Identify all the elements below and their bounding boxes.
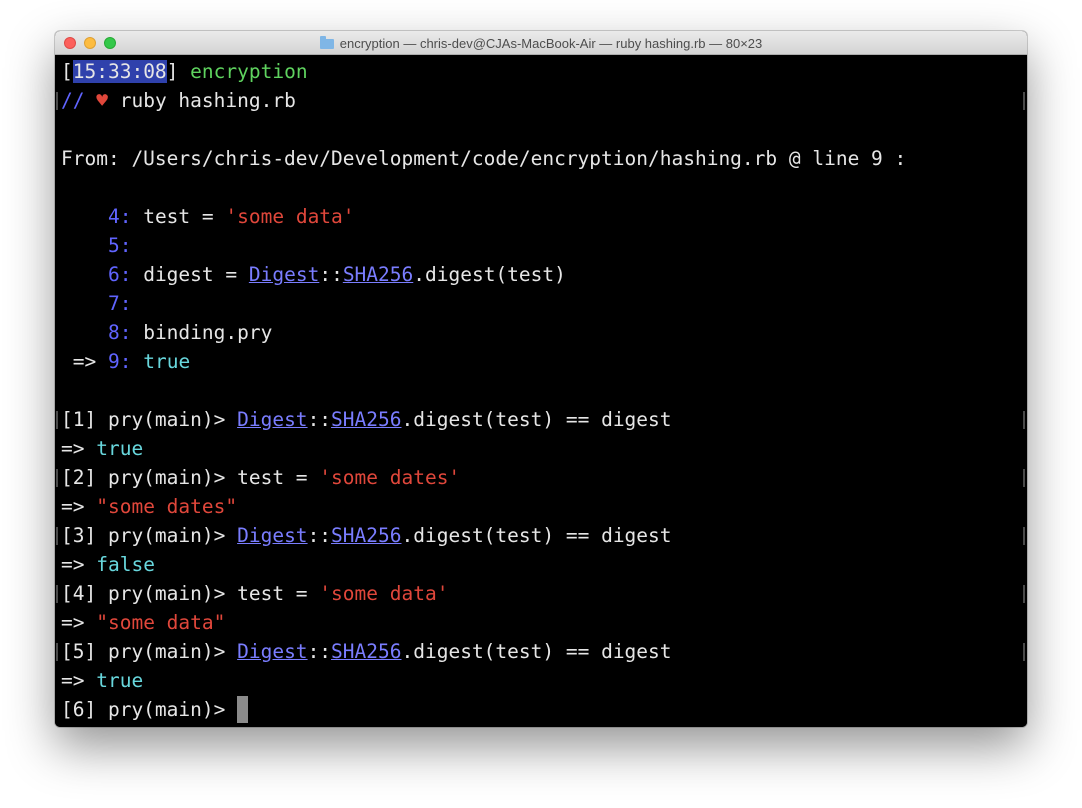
source-code: binding.pry (143, 321, 273, 344)
prompt-time: 15:33:08 (72, 60, 167, 83)
source-line: 5: (61, 231, 131, 260)
folder-icon (319, 35, 334, 49)
pry-input-line: [5] pry(main)> Digest::SHA256.digest(tes… (61, 637, 672, 666)
left-margin-mark (56, 585, 58, 603)
constant-digest: Digest (237, 640, 308, 663)
pry-prompt: [6] pry(main)> (61, 698, 238, 721)
result-arrow: => (61, 553, 97, 576)
left-margin-mark (56, 469, 58, 487)
source-line-number: 9: (107, 350, 132, 373)
right-margin-mark (1023, 585, 1025, 603)
result-arrow: => (61, 495, 97, 518)
current-line-arrow: => (72, 350, 97, 373)
heart-icon: ♥ (96, 89, 108, 112)
right-margin-mark (1023, 527, 1025, 545)
left-margin-mark (56, 643, 58, 661)
left-margin-mark (56, 527, 58, 545)
pry-prompt: [5] pry(main)> (61, 640, 238, 663)
pry-prompt: [2] pry(main)> (61, 466, 238, 489)
constant-sha256: SHA256 (331, 524, 402, 547)
pry-output-line: => true (61, 434, 143, 463)
source-line-number: 6: (107, 263, 132, 286)
source-keyword: true (143, 350, 191, 373)
source-string: 'some data' (225, 205, 355, 228)
source-line-number: 4: (107, 205, 132, 228)
scope-separator: :: (307, 640, 332, 663)
title-wrap: encryption — chris-dev@CJAs-MacBook-Air … (55, 31, 1027, 55)
window-title: encryption — chris-dev@CJAs-MacBook-Air … (339, 35, 763, 51)
scope-separator: :: (319, 263, 343, 286)
pry-input-line: [1] pry(main)> Digest::SHA256.digest(tes… (61, 405, 672, 434)
pry-output-line: => "some dates" (61, 492, 237, 521)
right-margin-mark (1023, 643, 1025, 661)
right-margin-mark (1023, 469, 1025, 487)
terminal-window: encryption — chris-dev@CJAs-MacBook-Air … (55, 31, 1027, 727)
source-line-number: 5: (107, 234, 132, 257)
text-cursor[interactable] (237, 696, 249, 723)
source-code-rest: .digest(test) (413, 263, 566, 286)
result-arrow: => (61, 669, 97, 692)
prompt-bracket-close: ] (166, 60, 179, 83)
source-line: 4: test = 'some data' (61, 202, 355, 231)
pry-input-string: 'some data' (319, 582, 449, 605)
source-line: 7: (61, 289, 131, 318)
pry-input-string: 'some dates' (319, 466, 461, 489)
pry-output-line: => "some data" (61, 608, 225, 637)
result-value: false (96, 553, 155, 576)
constant-digest: Digest (248, 263, 320, 286)
pry-input-code: test = (237, 466, 320, 489)
pry-input-code: test = (237, 582, 320, 605)
pry-prompt: [4] pry(main)> (61, 582, 238, 605)
pry-input-rest: .digest(test) == digest (401, 524, 672, 547)
prompt-directory: encryption (190, 60, 308, 83)
pry-output-line: => false (61, 550, 155, 579)
result-value: true (96, 437, 144, 460)
pry-prompt: [1] pry(main)> (61, 408, 238, 431)
left-margin-mark (56, 92, 58, 110)
constant-sha256: SHA256 (342, 263, 414, 286)
source-code: digest = (143, 263, 249, 286)
shell-prompt-line: [15:33:08] encryption (61, 57, 308, 86)
scope-separator: :: (307, 408, 332, 431)
title-bar[interactable]: encryption — chris-dev@CJAs-MacBook-Air … (55, 31, 1027, 55)
result-arrow: => (61, 437, 97, 460)
result-value: "some data" (96, 611, 226, 634)
pry-from-line: From: /Users/chris-dev/Development/code/… (61, 147, 907, 170)
constant-sha256: SHA256 (331, 640, 402, 663)
constant-sha256: SHA256 (331, 408, 402, 431)
right-margin-mark (1023, 92, 1025, 110)
pry-input-line: [2] pry(main)> test = 'some dates' (61, 463, 460, 492)
pry-input-rest: .digest(test) == digest (401, 408, 672, 431)
source-line-number: 8: (107, 321, 132, 344)
terminal-content[interactable]: [15:33:08] encryption // ♥ ruby hashing.… (55, 55, 1027, 727)
result-value: "some dates" (96, 495, 238, 518)
scope-separator: :: (307, 524, 332, 547)
pry-input-line: [3] pry(main)> Digest::SHA256.digest(tes… (61, 521, 672, 550)
pry-current-input-line[interactable]: [6] pry(main)> (61, 695, 249, 724)
pry-input-line: [4] pry(main)> test = 'some data' (61, 579, 448, 608)
result-value: true (96, 669, 144, 692)
shell-command: ruby hashing.rb (119, 89, 296, 112)
pry-output-line: => true (61, 666, 143, 695)
source-line-number: 7: (107, 292, 132, 315)
pry-prompt: [3] pry(main)> (61, 524, 238, 547)
constant-digest: Digest (237, 408, 308, 431)
right-margin-mark (1023, 411, 1025, 429)
source-line: 6: digest = Digest::SHA256.digest(test) (61, 260, 566, 289)
source-line: 8: binding.pry (61, 318, 272, 347)
left-margin-mark (56, 411, 58, 429)
prompt-slashes: // (61, 89, 85, 112)
constant-digest: Digest (237, 524, 308, 547)
result-arrow: => (61, 611, 97, 634)
source-code: test = (143, 205, 226, 228)
pry-input-rest: .digest(test) == digest (401, 640, 672, 663)
prompt-bracket-open: [ (61, 60, 73, 83)
shell-command-line: // ♥ ruby hashing.rb (61, 86, 296, 115)
source-line-current: => 9: true (61, 347, 190, 376)
